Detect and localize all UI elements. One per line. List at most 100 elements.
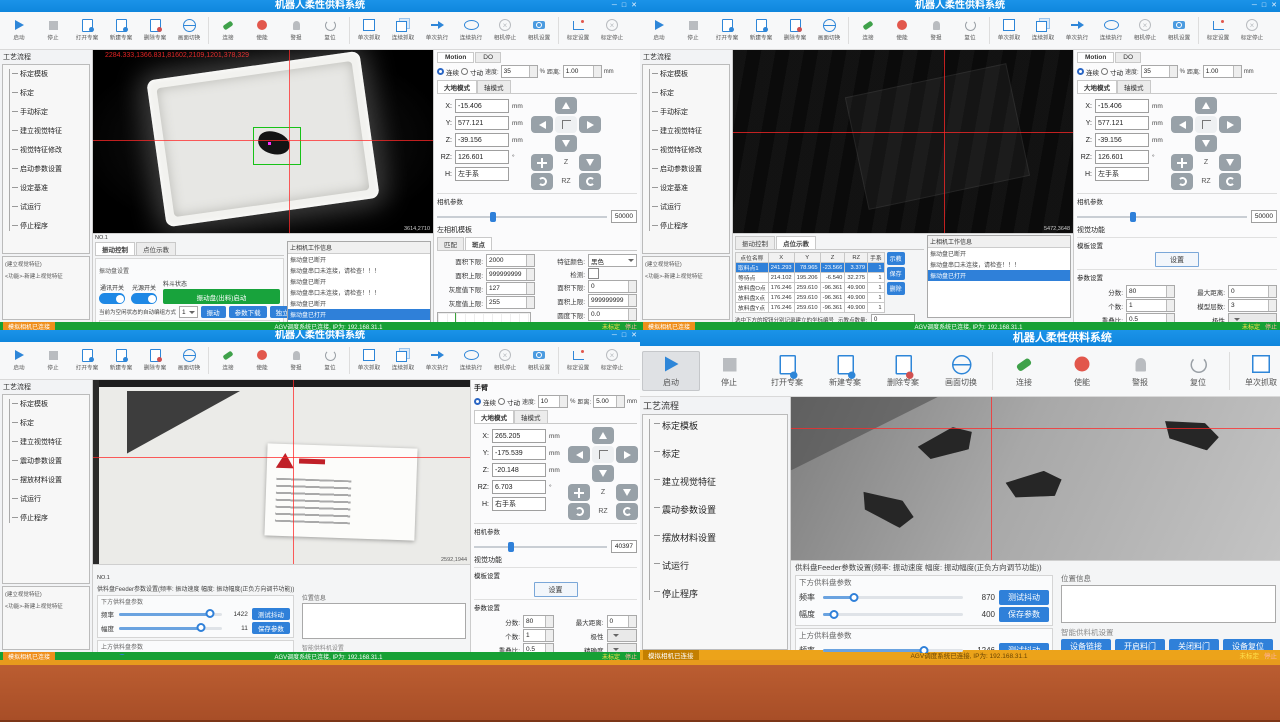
list-item[interactable]: 振动盘已断开: [288, 276, 430, 287]
test-shake-button[interactable]: 测试抖动: [252, 608, 290, 620]
slider-thumb[interactable]: [849, 593, 858, 602]
toolbar-stop-circle-button[interactable]: 相机停止: [488, 18, 522, 43]
sidebar-item[interactable]: 手动标定: [660, 107, 727, 117]
sidebar-item[interactable]: 标定模板: [20, 399, 87, 409]
toolbar-camera-button[interactable]: 相机设置: [1162, 18, 1196, 43]
sidebar-item[interactable]: 震动参数设置: [662, 503, 785, 516]
sidebar-item[interactable]: 停止程序: [20, 513, 87, 523]
table-row[interactable]: 放料盘O点176.246259.610-96.36149.9001: [736, 283, 885, 293]
toolbar-power-button[interactable]: 使能: [245, 18, 279, 43]
distance-input[interactable]: 1.00: [563, 65, 602, 78]
toolbar-doc-open-button[interactable]: 打开专案: [70, 348, 104, 373]
toolbar-ellipse-button[interactable]: 连续执行: [454, 348, 488, 373]
sidebar-item[interactable]: 试运行: [20, 202, 87, 212]
comm-toggle[interactable]: [99, 293, 125, 304]
toolbar-camera-button[interactable]: 相机设置: [522, 348, 556, 373]
camera-param-slider[interactable]: [474, 546, 607, 548]
sidebar-item[interactable]: 试运行: [662, 559, 785, 572]
slider-thumb[interactable]: [205, 609, 214, 618]
hand-input[interactable]: 左手系: [455, 167, 509, 181]
speed-input[interactable]: 35: [501, 65, 538, 78]
sidebar-item[interactable]: 震动参数设置: [20, 456, 87, 466]
sidebar-item[interactable]: 标定模板: [20, 69, 87, 79]
distance-input[interactable]: 5.00: [593, 395, 625, 408]
toolbar-power-button[interactable]: 使能: [245, 348, 279, 373]
z-up-button[interactable]: [531, 154, 553, 171]
toolbar-ellipse-button[interactable]: 连续执行: [454, 18, 488, 43]
field-input[interactable]: 0: [607, 615, 638, 628]
radio-continuous[interactable]: 连续: [1077, 67, 1099, 77]
vibrate-button[interactable]: 振动: [201, 306, 226, 318]
jog-up-button[interactable]: [1195, 97, 1217, 114]
field-input[interactable]: 2000: [486, 254, 535, 267]
sidebar-item[interactable]: 设定基准: [660, 183, 727, 193]
toolbar-globe-button[interactable]: 画面切换: [172, 18, 206, 43]
y-input[interactable]: -175.539: [492, 446, 546, 460]
field-input[interactable]: 127: [486, 282, 535, 295]
dropdown-select[interactable]: [607, 643, 638, 652]
field-input[interactable]: 1: [1126, 299, 1175, 312]
x-input[interactable]: -15.406: [455, 99, 509, 113]
toolbar-stop-button[interactable]: 停止: [36, 348, 70, 373]
sidebar-item[interactable]: 视觉特征修改: [660, 145, 727, 155]
dropdown-select[interactable]: [607, 629, 638, 642]
sidebar-item[interactable]: 启动参数设置: [660, 164, 727, 174]
toolbar-stop-button[interactable]: 停止: [36, 18, 70, 43]
y-input[interactable]: 577.121: [1095, 116, 1149, 130]
speed-input[interactable]: 35: [1141, 65, 1178, 78]
toolbar-doc-open-button[interactable]: 打开专案: [710, 18, 744, 43]
toolbar-bell-button[interactable]: 警报: [1111, 351, 1169, 391]
toolbar-reset-button[interactable]: 复位: [313, 18, 347, 43]
rz-input[interactable]: 126.601: [1095, 150, 1149, 164]
table-row[interactable]: 取料点1241.29378.965-23.5663.3791: [736, 263, 885, 273]
sidebar-item[interactable]: 标定模板: [660, 69, 727, 79]
template-set-button[interactable]: 设置: [534, 582, 578, 597]
toolbar-doc-open-button[interactable]: 打开专案: [70, 18, 104, 43]
titlebar[interactable]: 机器人柔性供料系统 ─ □ ✕: [0, 330, 640, 342]
rz-input[interactable]: 126.601: [455, 150, 509, 164]
toolbar-square-button[interactable]: 单次抓取: [1232, 351, 1280, 391]
radio-continuous[interactable]: 连续: [437, 67, 459, 77]
field-input[interactable]: 0: [588, 280, 637, 293]
close-button[interactable]: ✕: [631, 330, 637, 342]
tab-axis-mode[interactable]: 轴模式: [477, 80, 511, 93]
field-input[interactable]: 0.0: [588, 308, 637, 321]
toolbar-stop-circle-button[interactable]: 相机停止: [488, 348, 522, 373]
titlebar[interactable]: 机器人柔性供料系统 ─ □ ✕: [640, 0, 1280, 12]
toolbar-calib-button[interactable]: 标定设置: [561, 348, 595, 373]
sidebar-item[interactable]: 建立视觉特征: [660, 126, 727, 136]
toolbar-doc-new-button[interactable]: 新建专案: [744, 18, 778, 43]
sidebar-item[interactable]: 标定: [20, 88, 87, 98]
distance-input[interactable]: 1.00: [1203, 65, 1242, 78]
jog-left-button[interactable]: [1171, 116, 1193, 133]
radio-jog[interactable]: 寸动: [498, 397, 520, 407]
save-params-button[interactable]: 保存参数: [999, 607, 1049, 622]
jog-right-button[interactable]: [616, 446, 638, 463]
freq-slider[interactable]: [823, 596, 963, 599]
toolbar-square-button[interactable]: 单次抓取: [352, 18, 386, 43]
tab-world-mode[interactable]: 大地模式: [437, 80, 477, 93]
table-row[interactable]: 放料盘X点176.246259.610-96.36149.9001: [736, 293, 885, 303]
tab-world-mode[interactable]: 大地模式: [474, 410, 514, 423]
z-up-button[interactable]: [568, 484, 590, 501]
dropdown-select[interactable]: [1228, 313, 1277, 322]
close-button[interactable]: ✕: [631, 0, 637, 12]
radio-continuous[interactable]: 连续: [474, 397, 496, 407]
toolbar-play-button[interactable]: 启动: [642, 351, 700, 391]
list-item[interactable]: 振动盘串口未连接，请检查！！！: [288, 287, 430, 298]
toolbar-ellipse-button[interactable]: 连续执行: [1094, 18, 1128, 43]
toolbar-stop-button[interactable]: 停止: [700, 351, 758, 391]
toolbar-bell-button[interactable]: 警报: [919, 18, 953, 43]
tab-match[interactable]: 匹配: [437, 237, 464, 250]
jog-down-button[interactable]: [1195, 135, 1217, 152]
toolbar-arrow-button[interactable]: 单次执行: [420, 18, 454, 43]
group-mode-select[interactable]: 1: [179, 306, 198, 318]
sidebar-item[interactable]: 建立视觉特征: [20, 126, 87, 136]
jog-down-button[interactable]: [592, 465, 614, 482]
field-input[interactable]: 255: [486, 296, 535, 309]
toolbar-doc-new-button[interactable]: 新建专案: [104, 348, 138, 373]
toolbar-arrow-button[interactable]: 单次执行: [420, 348, 454, 373]
sidebar-item[interactable]: 建立视觉特征: [20, 437, 87, 447]
sidebar-item[interactable]: 试运行: [660, 202, 727, 212]
list-item[interactable]: 振动盘已断开: [288, 254, 430, 265]
